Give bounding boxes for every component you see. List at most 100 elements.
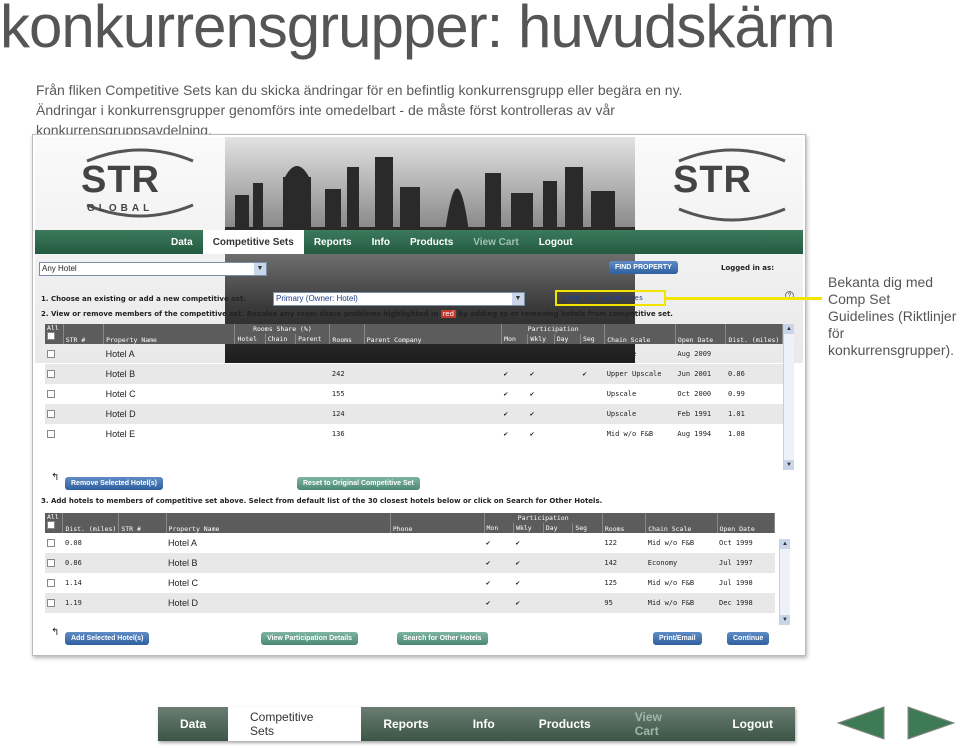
- bottom-nav: Data Competitive Sets Reports Info Produ…: [158, 707, 795, 741]
- property-name[interactable]: Hotel C: [104, 384, 235, 404]
- red-highlight-label: red: [440, 310, 457, 318]
- guidelines-highlight-box: [555, 290, 666, 306]
- col-property-name: Property Name: [103, 324, 236, 344]
- reset-comp-set-button[interactable]: Reset to Original Competitive Set: [297, 477, 420, 490]
- return-arrow-icon: ↰: [51, 472, 60, 483]
- callout-text: Bekanta dig med Comp Set Guidelines (Rik…: [828, 274, 957, 358]
- print-email-button[interactable]: Print/Email: [653, 632, 702, 645]
- property-name[interactable]: Hotel A: [166, 533, 390, 553]
- col-rooms: Rooms: [329, 324, 365, 344]
- row-checkbox[interactable]: [47, 370, 55, 378]
- rooms-value: 135: [331, 350, 345, 358]
- search-other-hotels-button[interactable]: Search for Other Hotels: [397, 632, 488, 645]
- continue-button[interactable]: Continue: [727, 632, 770, 645]
- property-name[interactable]: Hotel E: [104, 424, 235, 444]
- property-name[interactable]: Hotel B: [103, 364, 235, 384]
- col-phone: Phone: [390, 513, 485, 533]
- add-hotels-scrollbar[interactable]: ▲ ▼: [779, 539, 790, 625]
- property-name[interactable]: Hotel B: [166, 553, 391, 573]
- row-checkbox[interactable]: [47, 599, 55, 607]
- nav-products[interactable]: Products: [400, 230, 463, 254]
- col-open-date: Open Date: [675, 324, 727, 344]
- add-selected-button[interactable]: Add Selected Hotel(s): [65, 632, 150, 645]
- row-checkbox[interactable]: [47, 390, 55, 398]
- bottom-nav-products[interactable]: Products: [517, 707, 613, 741]
- str-global-logo: STR GLOBAL: [75, 145, 205, 225]
- view-participation-button[interactable]: View Participation Details: [261, 632, 359, 645]
- bottom-nav-logout[interactable]: Logout: [710, 707, 795, 741]
- page-title: konkurrensgrupper: huvudskärm: [0, 0, 836, 60]
- nav-data[interactable]: Data: [161, 230, 203, 254]
- col-chain-scale: Chain Scale: [645, 513, 718, 533]
- row-checkbox[interactable]: [47, 559, 55, 567]
- col-group-participation: Participation: [484, 513, 603, 523]
- table-row: Hotel C 155 ✔ ✔ Upscale Oct 2000 0.99: [45, 384, 783, 404]
- previous-arrow-icon[interactable]: [836, 705, 886, 741]
- nav-info[interactable]: Info: [362, 230, 400, 254]
- app-screenshot: STR GLOBAL STR Data Competitive Sets Rep…: [32, 134, 806, 656]
- nav-logout[interactable]: Logout: [529, 230, 583, 254]
- logo-global-text: GLOBAL: [87, 203, 154, 214]
- add-hotels-table: All Dist. (miles) STR # Property Name Ph…: [45, 513, 776, 613]
- nav-competitive-sets[interactable]: Competitive Sets: [202, 230, 304, 254]
- row-checkbox[interactable]: [47, 430, 55, 438]
- comp-set-scrollbar[interactable]: ▲ ▼: [783, 324, 794, 470]
- logo-str-text: STR: [673, 159, 752, 201]
- col-group-room-share: Rooms Share (%): [234, 324, 331, 334]
- col-seg: Seg: [572, 523, 603, 533]
- bottom-nav-view-cart[interactable]: View Cart: [613, 707, 711, 741]
- row-checkbox[interactable]: [47, 539, 55, 547]
- nav-reports[interactable]: Reports: [304, 230, 362, 254]
- scroll-up-icon[interactable]: ▲: [780, 539, 790, 549]
- col-parent-company: Parent Company: [364, 324, 503, 344]
- step2-label: 2. View or remove members of the competi…: [41, 310, 673, 318]
- table-row: 1.19 Hotel D ✔ ✔ 95 Mid w/o F&B Dec 1998: [45, 593, 775, 613]
- row-checkbox[interactable]: [47, 410, 55, 418]
- row-checkbox[interactable]: [47, 350, 55, 358]
- col-chain-scale: Chain Scale: [604, 324, 676, 344]
- hotel-select-value: Any Hotel: [42, 264, 77, 273]
- table-row: 1.14 Hotel C ✔ ✔ 125 Mid w/o F&B Jul 1998: [45, 573, 775, 593]
- col-day: Day: [543, 523, 574, 533]
- col-dist: Dist. (miles): [62, 513, 120, 533]
- property-name[interactable]: Hotel C: [166, 573, 390, 593]
- bottom-nav-info[interactable]: Info: [451, 707, 517, 741]
- col-mon: Mon: [484, 523, 515, 533]
- find-property-button[interactable]: FIND PROPERTY: [609, 261, 678, 274]
- select-all-checkbox[interactable]: [47, 332, 55, 340]
- col-rooms: Rooms: [602, 513, 647, 533]
- next-arrow-icon[interactable]: [906, 705, 956, 741]
- table-row: Hotel B 242 ✔ ✔ ✔ Upper Upscale Jun 2001 0.8…: [45, 364, 783, 384]
- step2-label-a: 2. View or remove members of the competi…: [41, 310, 439, 318]
- col-all: All: [45, 324, 64, 344]
- intro-text: Från fliken Competitive Sets kan du skic…: [36, 82, 683, 138]
- step3-label: 3. Add hotels to members of competitive …: [41, 497, 603, 505]
- col-group-participation: Participation: [501, 324, 606, 334]
- scroll-down-icon[interactable]: ▼: [784, 460, 794, 470]
- hotel-select[interactable]: Any Hotel ▼: [39, 262, 267, 276]
- col-open-date: Open Date: [717, 513, 776, 533]
- nav-view-cart[interactable]: View Cart: [463, 230, 528, 254]
- col-all: All: [45, 513, 64, 533]
- callout-line: [666, 297, 822, 300]
- row-checkbox[interactable]: [47, 579, 55, 587]
- property-name[interactable]: Hotel D: [166, 593, 391, 613]
- scroll-down-icon[interactable]: ▼: [780, 615, 790, 625]
- col-hotel: Hotel: [234, 334, 266, 344]
- select-all-checkbox[interactable]: [47, 521, 55, 529]
- property-name[interactable]: Hotel D: [103, 404, 235, 424]
- bottom-nav-competitive-sets[interactable]: Competitive Sets: [228, 707, 362, 741]
- bottom-nav-reports[interactable]: Reports: [361, 707, 450, 741]
- scroll-up-icon[interactable]: ▲: [784, 324, 794, 334]
- col-str: STR #: [63, 324, 105, 344]
- remove-selected-button[interactable]: Remove Selected Hotel(s): [65, 477, 163, 490]
- chevron-down-icon: ▼: [512, 293, 524, 305]
- return-arrow-icon: ↰: [51, 627, 60, 638]
- comp-set-select[interactable]: Primary (Owner: Hotel) ▼: [273, 292, 525, 306]
- comp-set-select-value: Primary (Owner: Hotel): [276, 294, 358, 303]
- property-name[interactable]: Hotel A: [104, 344, 235, 364]
- bottom-nav-data[interactable]: Data: [158, 707, 228, 741]
- main-nav: Data Competitive Sets Reports Info Produ…: [35, 230, 803, 254]
- col-seg: Seg: [580, 334, 606, 344]
- col-str: STR #: [118, 513, 167, 533]
